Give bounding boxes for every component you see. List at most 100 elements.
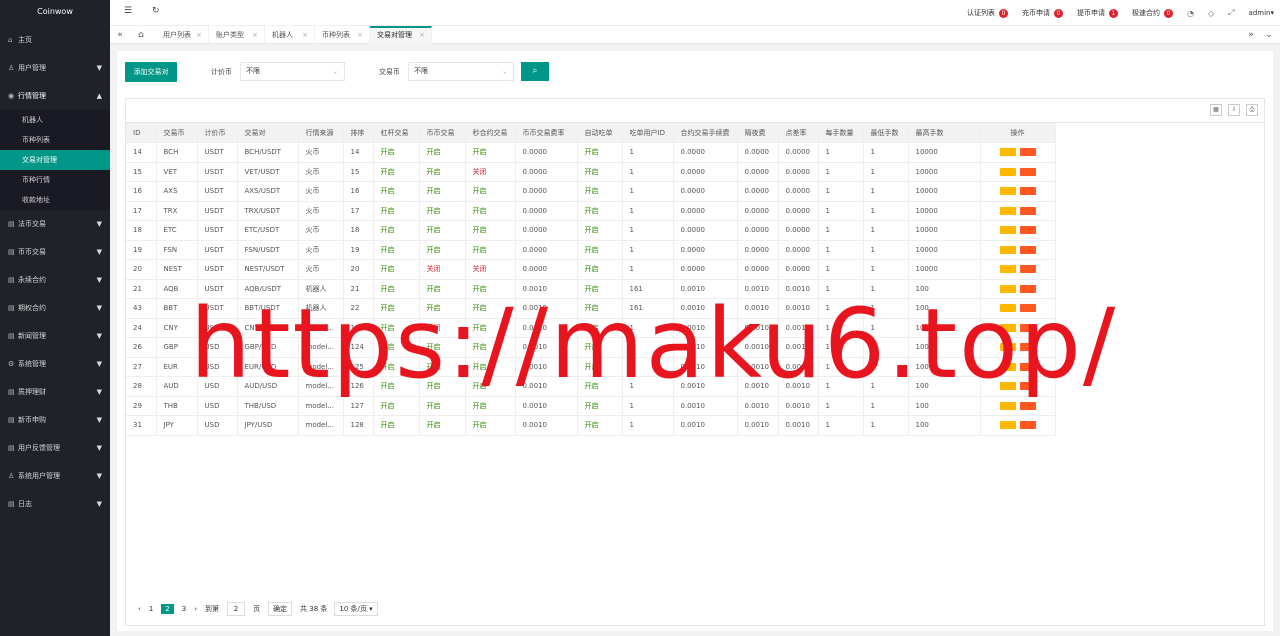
table-cell: 开启 — [577, 220, 623, 241]
delete-button[interactable] — [1019, 206, 1036, 215]
tab-item[interactable]: 交易对管理 × — [370, 26, 432, 44]
submenu-item[interactable]: 交易对管理 — [0, 150, 110, 170]
menu-toggle-icon[interactable]: ☰ — [124, 6, 132, 16]
sidebar-item[interactable]: ⌂ 主页 — [0, 26, 110, 54]
header-link[interactable]: 充币申请 0 — [1022, 8, 1063, 18]
tabs-prev-icon[interactable]: « — [113, 26, 127, 44]
table-cell: 100 — [908, 415, 981, 436]
user-menu[interactable]: admin ▾ — [1249, 9, 1274, 17]
tag-icon[interactable]: ◇ — [1208, 9, 1214, 18]
sidebar-item[interactable]: ▤ 永续合约 ▼ — [0, 266, 110, 294]
tab-item[interactable]: 币种列表 × — [315, 26, 370, 44]
home-tab-icon[interactable]: ⌂ — [134, 26, 148, 44]
delete-button[interactable] — [1019, 226, 1036, 235]
columns-icon[interactable]: ▦ — [1210, 104, 1222, 116]
edit-button[interactable] — [999, 226, 1016, 235]
sidebar-item[interactable]: ▤ 新闻管理 ▼ — [0, 322, 110, 350]
delete-button[interactable] — [1019, 421, 1036, 430]
edit-button[interactable] — [999, 206, 1016, 215]
column-header: 秒合约交易 — [465, 123, 516, 143]
edit-button[interactable] — [999, 148, 1016, 157]
edit-button[interactable] — [999, 245, 1016, 254]
delete-button[interactable] — [1019, 167, 1036, 176]
submenu-item[interactable]: 币种行情 — [0, 170, 110, 190]
delete-button[interactable] — [1019, 148, 1036, 157]
page-number[interactable]: 2 — [161, 604, 174, 614]
sidebar-item[interactable]: ▤ 新币申购 ▼ — [0, 406, 110, 434]
sidebar-item[interactable]: ▤ 日志 ▼ — [0, 490, 110, 518]
tabs-menu-icon[interactable]: ⌄ — [1262, 26, 1276, 44]
submenu-item[interactable]: 币种列表 — [0, 130, 110, 150]
edit-button[interactable] — [999, 187, 1016, 196]
header-link[interactable]: 极速合约 0 — [1132, 8, 1173, 18]
edit-button[interactable] — [999, 401, 1016, 410]
base-coin-select[interactable]: 不限 ⌄ — [240, 62, 345, 81]
delete-button[interactable] — [1019, 401, 1036, 410]
table-cell: 43 — [126, 298, 157, 319]
page-size-select[interactable]: 10 条/页 ▾ — [334, 602, 378, 616]
sidebar-item[interactable]: ▤ 币币交易 ▼ — [0, 238, 110, 266]
edit-button[interactable] — [999, 421, 1016, 430]
goto-page-input[interactable]: 2 — [227, 602, 246, 616]
table-cell: 开启 — [465, 357, 516, 377]
fullscreen-icon[interactable]: ⤢ — [1228, 8, 1234, 18]
export-icon[interactable]: ⇩ — [1228, 104, 1240, 116]
sidebar-item[interactable]: ⚙ 系统管理 ▼ — [0, 350, 110, 378]
tab-item[interactable]: 机器人 × — [265, 26, 315, 44]
search-button[interactable]: ⌕ — [521, 62, 549, 81]
add-pair-button[interactable]: 添加交易对 — [125, 62, 177, 82]
delete-button[interactable] — [1019, 284, 1036, 293]
table-cell: EUR — [156, 357, 198, 377]
submenu-item[interactable]: 机器人 — [0, 110, 110, 130]
page-number[interactable]: 1 — [149, 605, 153, 613]
close-icon[interactable]: × — [357, 26, 363, 44]
tab-item[interactable]: 用户列表 × — [156, 26, 209, 44]
edit-button[interactable] — [999, 362, 1016, 371]
delete-button[interactable] — [1019, 343, 1036, 352]
sidebar-item[interactable]: ♙ 系统用户管理 ▼ — [0, 462, 110, 490]
table-row: 24 CNY USD CNY/USD model... 123 开启 关闭 开启 0.0010 开启… — [126, 318, 1056, 338]
sidebar-item[interactable]: ◉ 行情管理 ▲ — [0, 82, 110, 110]
edit-button[interactable] — [999, 343, 1016, 352]
table-cell: 开启 — [465, 220, 516, 241]
goto-confirm-button[interactable]: 确定 — [268, 602, 293, 616]
print-icon[interactable]: ⎙ — [1246, 104, 1258, 116]
header-link[interactable]: 提币申请 1 — [1077, 8, 1118, 18]
table-row: 29 THB USD THB/USD model... 127 开启 开启 开启 0.0010 开启… — [126, 396, 1056, 416]
sidebar-item[interactable]: ▤ 质押理财 ▼ — [0, 378, 110, 406]
sidebar-item[interactable]: ▤ 法币交易 ▼ — [0, 210, 110, 238]
edit-button[interactable] — [999, 265, 1016, 274]
prev-page-icon[interactable]: ‹ — [138, 605, 141, 613]
action-cell — [980, 396, 1056, 416]
refresh-icon[interactable]: ↻ — [152, 6, 160, 16]
quote-coin-select[interactable]: 不限 ⌄ — [408, 62, 514, 81]
edit-button[interactable] — [999, 167, 1016, 176]
submenu-item[interactable]: 收款地址 — [0, 190, 110, 210]
table-cell: 21 — [343, 279, 374, 299]
close-icon[interactable]: × — [302, 26, 308, 44]
tab-item[interactable]: 账户类型 × — [209, 26, 265, 44]
delete-button[interactable] — [1019, 265, 1036, 274]
close-icon[interactable]: × — [419, 28, 425, 43]
delete-button[interactable] — [1019, 245, 1036, 254]
edit-button[interactable] — [999, 382, 1016, 391]
page-number[interactable]: 3 — [182, 605, 186, 613]
delete-button[interactable] — [1019, 304, 1036, 313]
sidebar-item[interactable]: ▤ 用户反馈管理 ▼ — [0, 434, 110, 462]
sidebar-item[interactable]: ♙ 用户管理 ▼ — [0, 54, 110, 82]
theme-icon[interactable]: ◔ — [1187, 9, 1194, 18]
close-icon[interactable]: × — [196, 26, 202, 44]
delete-button[interactable] — [1019, 382, 1036, 391]
edit-button[interactable] — [999, 284, 1016, 293]
edit-button[interactable] — [999, 304, 1016, 313]
sidebar-item[interactable]: ▤ 期权合约 ▼ — [0, 294, 110, 322]
tabs-next-icon[interactable]: » — [1244, 26, 1258, 44]
table-cell: 126 — [343, 376, 374, 397]
delete-button[interactable] — [1019, 187, 1036, 196]
edit-button[interactable] — [999, 323, 1016, 332]
delete-button[interactable] — [1019, 323, 1036, 332]
next-page-icon[interactable]: › — [194, 605, 197, 613]
header-link[interactable]: 认证列表 0 — [967, 8, 1008, 18]
delete-button[interactable] — [1019, 362, 1036, 371]
close-icon[interactable]: × — [252, 26, 258, 44]
